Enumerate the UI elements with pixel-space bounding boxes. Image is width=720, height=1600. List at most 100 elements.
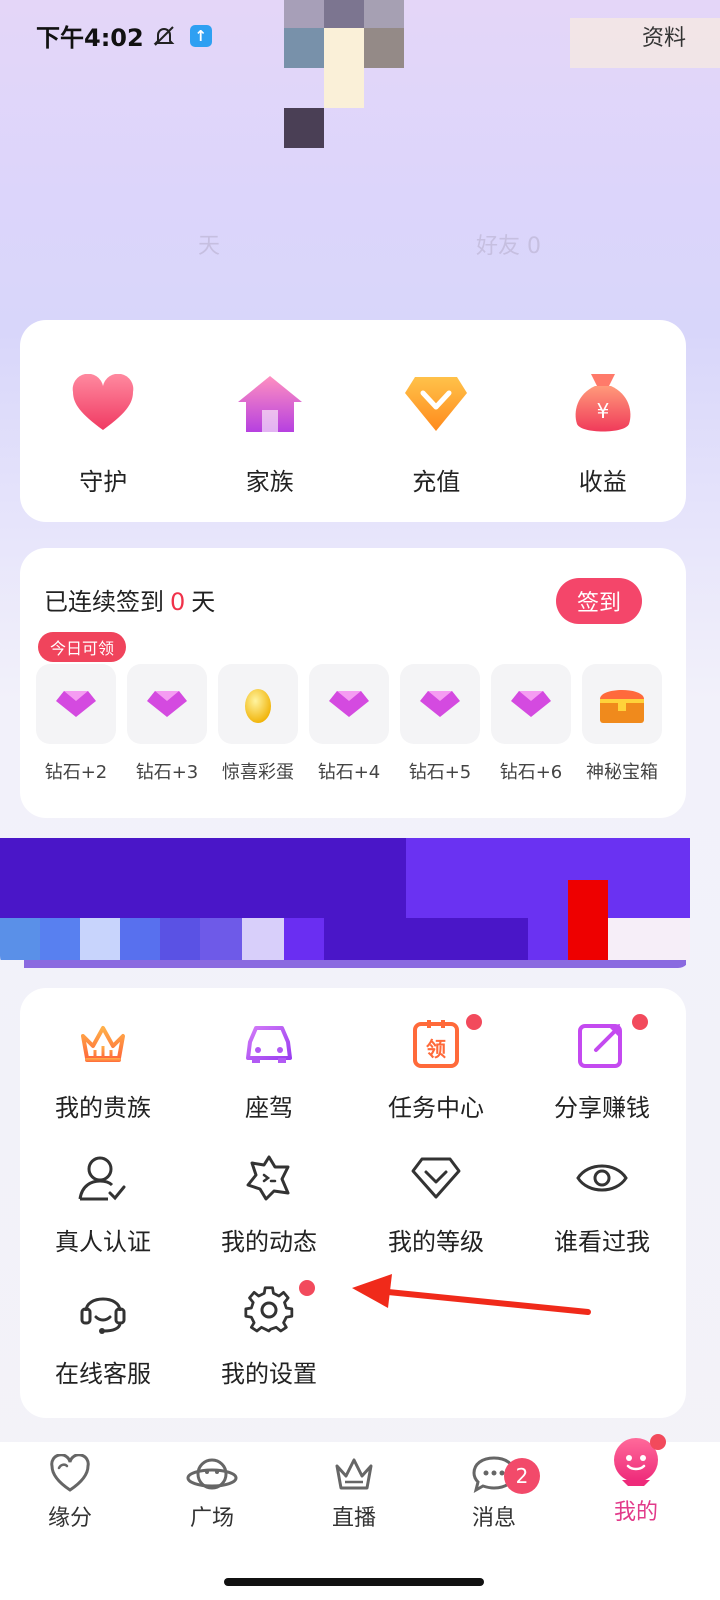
menu-label: 真人认证 [55, 1228, 151, 1256]
heart-outline-icon [50, 1454, 90, 1492]
share-icon [570, 1012, 648, 1076]
svg-text:¥: ¥ [596, 399, 609, 423]
bell-muted-icon [153, 25, 175, 46]
heart-icon [63, 364, 143, 444]
menu-my-settings[interactable]: 我的设置 [184, 1278, 354, 1389]
reward-item[interactable]: 钻石+3 [127, 664, 207, 784]
reward-item[interactable]: 钻石+2 [36, 664, 116, 784]
feature-family[interactable]: 家族 [200, 364, 340, 497]
reward-item[interactable]: 惊喜彩蛋 [218, 664, 298, 784]
checkin-days: 0 [170, 588, 186, 616]
headset-icon [71, 1278, 135, 1342]
signin-button[interactable]: 签到 [556, 578, 642, 624]
stat-left: 天 [198, 234, 221, 259]
reward-item[interactable]: 神秘宝箱 [582, 664, 662, 784]
profile-link[interactable]: 资料 [642, 20, 686, 52]
money-bag-icon: ¥ [563, 364, 643, 444]
checkin-card: 已连续签到 0 天 签到 今日可领 钻石+2 钻石+3 惊喜彩蛋 钻石+4 钻石+5… [20, 548, 686, 818]
red-arrow-annotation [352, 1274, 591, 1315]
settings-icon [237, 1278, 315, 1342]
gem-icon [147, 691, 187, 717]
tab-messages[interactable]: 2 消息 [434, 1454, 554, 1532]
reward-item[interactable]: 钻石+6 [491, 664, 571, 784]
eye-icon [570, 1146, 634, 1210]
crown-icon [71, 1012, 135, 1076]
status-bar: 下午4:02 ↑ [36, 18, 212, 53]
menu-label: 在线客服 [55, 1360, 151, 1388]
feature-income[interactable]: ¥ 收益 [533, 364, 673, 497]
stat-right: 好友 0 [476, 234, 541, 259]
notification-dot [299, 1280, 315, 1296]
moments-icon [237, 1146, 301, 1210]
promo-banner[interactable] [0, 838, 690, 968]
reward-list: 钻石+2 钻石+3 惊喜彩蛋 钻石+4 钻石+5 钻石+6 神秘宝箱 [36, 664, 662, 784]
menu-share-earn[interactable]: 分享赚钱 [517, 1012, 687, 1123]
checkin-title: 已连续签到 0 天 [44, 582, 215, 617]
feature-guard[interactable]: 守护 [33, 364, 173, 497]
treasure-chest-icon [600, 690, 644, 723]
reward-item[interactable]: 钻石+5 [400, 664, 480, 784]
gem-icon [329, 691, 369, 717]
gem-icon [56, 691, 96, 717]
reward-label: 钻石+6 [499, 762, 563, 783]
menu-label: 谁看过我 [554, 1228, 650, 1256]
upload-icon: ↑ [189, 24, 212, 47]
tab-label: 消息 [471, 1506, 516, 1531]
today-available-tag: 今日可领 [38, 632, 127, 662]
task-icon: 领 [404, 1012, 482, 1076]
menu-label: 我的贵族 [55, 1094, 151, 1122]
house-icon [230, 364, 310, 444]
user-verify-icon [71, 1146, 135, 1210]
avatar[interactable] [284, 0, 406, 148]
reward-label: 神秘宝箱 [586, 762, 658, 783]
svg-text:领: 领 [426, 1037, 446, 1061]
menu-label: 座驾 [245, 1094, 293, 1122]
reward-label: 钻石+5 [408, 762, 472, 783]
menu-label: 我的动态 [221, 1228, 317, 1256]
menu-real-verify[interactable]: 真人认证 [18, 1146, 188, 1257]
menu-label: 我的设置 [221, 1360, 317, 1388]
menu-who-viewed-me[interactable]: 谁看过我 [517, 1146, 687, 1257]
reward-item[interactable]: 钻石+4 [309, 664, 389, 784]
feature-label: 充值 [412, 468, 461, 496]
feature-label: 收益 [578, 468, 627, 496]
tab-fate[interactable]: 缘分 [10, 1454, 130, 1532]
menu-nobility[interactable]: 我的贵族 [18, 1012, 188, 1123]
feature-recharge[interactable]: 充值 [366, 364, 506, 497]
notification-dot [632, 1014, 648, 1030]
bottom-tab-bar: 缘分 广场 直播 2 消息 我的 [0, 1434, 720, 1600]
message-count-badge: 2 [504, 1458, 540, 1494]
level-icon [404, 1146, 468, 1210]
reward-label: 钻石+2 [44, 762, 108, 783]
feature-label: 守护 [79, 468, 128, 496]
tab-mine[interactable]: 我的 [576, 1434, 696, 1526]
menu-card: 我的贵族 座驾 领 任务中心 分享赚钱 真人认证 我的动态 我的等级 谁看过我 … [20, 988, 686, 1418]
menu-vehicle[interactable]: 座驾 [184, 1012, 354, 1123]
home-indicator[interactable] [224, 1578, 484, 1586]
gem-icon [511, 691, 551, 717]
checkin-prefix: 已连续签到 [44, 588, 164, 616]
reward-label: 惊喜彩蛋 [222, 762, 294, 783]
menu-label: 分享赚钱 [554, 1094, 650, 1122]
tab-square[interactable]: 广场 [152, 1454, 272, 1532]
menu-my-moments[interactable]: 我的动态 [184, 1146, 354, 1257]
menu-label: 我的等级 [388, 1228, 484, 1256]
tab-live[interactable]: 直播 [294, 1454, 414, 1532]
menu-customer-service[interactable]: 在线客服 [18, 1278, 188, 1389]
reward-label: 钻石+3 [135, 762, 199, 783]
planet-icon [186, 1458, 238, 1490]
status-time: 下午4:02 [36, 24, 144, 52]
checkin-suffix: 天 [191, 588, 216, 616]
menu-label: 任务中心 [388, 1094, 484, 1122]
gem-icon [420, 691, 460, 717]
tab-label: 缘分 [47, 1506, 92, 1531]
feature-label: 家族 [245, 468, 294, 496]
diamond-down-icon [396, 364, 476, 444]
golden-egg-icon [245, 689, 271, 723]
car-icon [237, 1012, 301, 1076]
notification-dot [650, 1434, 666, 1450]
features-card: 守护 家族 充值 ¥ 收益 [20, 320, 686, 522]
menu-my-level[interactable]: 我的等级 [351, 1146, 521, 1257]
menu-task-center[interactable]: 领 任务中心 [351, 1012, 521, 1123]
notification-dot [466, 1014, 482, 1030]
